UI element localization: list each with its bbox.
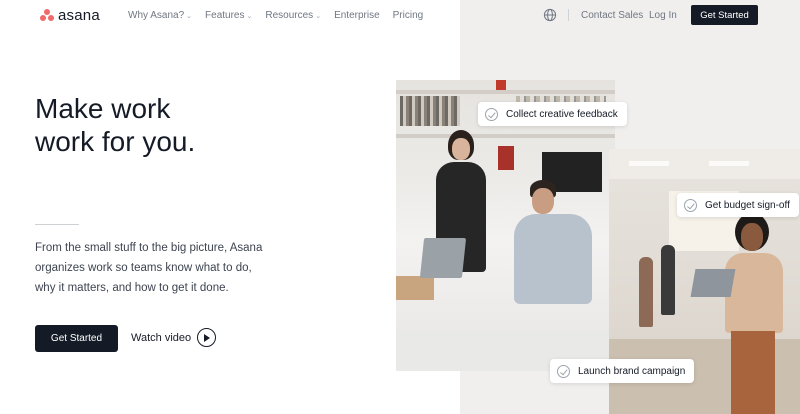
- red-binder: [498, 146, 514, 170]
- hero-subtext: From the small stuff to the big picture,…: [35, 242, 263, 294]
- nav-item-resources[interactable]: Resources ⌄: [265, 10, 321, 21]
- headline-divider: [35, 224, 79, 225]
- person-seated: [508, 180, 598, 310]
- nav-item-why-asana[interactable]: Why Asana? ⌄: [128, 10, 192, 21]
- hero-get-started-button[interactable]: Get Started: [35, 325, 118, 352]
- headline-line-1: Make work: [35, 93, 171, 124]
- check-circle-icon: [684, 198, 697, 212]
- asana-logo-icon: [40, 9, 54, 21]
- check-circle-icon: [485, 107, 498, 121]
- globe-icon[interactable]: [543, 8, 557, 22]
- task-card: Launch brand campaign: [550, 359, 695, 383]
- laptop: [690, 269, 736, 297]
- hero-headline: Make work work for you.: [35, 92, 295, 158]
- asana-logo[interactable]: asana: [40, 6, 100, 24]
- nav-item-enterprise[interactable]: Enterprise: [334, 10, 380, 21]
- nav-links: Why Asana? ⌄ Features ⌄ Resources ⌄ Enterpr…: [128, 10, 436, 21]
- nav-get-started-button[interactable]: Get Started: [691, 5, 758, 25]
- books: [400, 96, 460, 126]
- nav-item-features[interactable]: Features ⌄: [205, 10, 252, 21]
- ceiling-light: [629, 161, 669, 166]
- task-label: Get budget sign-off: [705, 199, 790, 211]
- chevron-down-icon: ⌄: [315, 12, 322, 20]
- check-circle-icon: [557, 364, 570, 378]
- task-card: Get budget sign-off: [677, 193, 799, 217]
- red-binder: [496, 80, 506, 90]
- play-icon: [197, 328, 217, 347]
- task-label: Launch brand campaign: [578, 365, 686, 377]
- person-with-laptop: [721, 213, 791, 414]
- contact-sales-link[interactable]: Contact Sales: [581, 10, 643, 21]
- login-link[interactable]: Log In: [649, 10, 677, 21]
- laptop: [419, 238, 467, 278]
- bookshelf: [396, 134, 615, 138]
- chevron-down-icon: ⌄: [246, 12, 253, 20]
- watch-video-button[interactable]: Watch video: [131, 328, 217, 347]
- chevron-down-icon: ⌄: [186, 12, 193, 20]
- ceiling-light: [709, 161, 749, 166]
- logo-wordmark: asana: [58, 6, 100, 24]
- task-card: Collect creative feedback: [478, 102, 627, 126]
- background-person: [639, 257, 653, 327]
- bookshelf: [396, 90, 615, 94]
- watch-video-label: Watch video: [131, 331, 192, 344]
- nav-divider: [568, 9, 569, 21]
- task-label: Collect creative feedback: [506, 108, 618, 120]
- nav-item-pricing[interactable]: Pricing: [393, 10, 424, 21]
- background-person: [661, 245, 675, 315]
- cardboard-box: [396, 276, 434, 300]
- headline-line-2: work for you.: [35, 126, 196, 157]
- top-navigation: asana Why Asana? ⌄ Features ⌄ Resources ⌄ E…: [0, 0, 800, 30]
